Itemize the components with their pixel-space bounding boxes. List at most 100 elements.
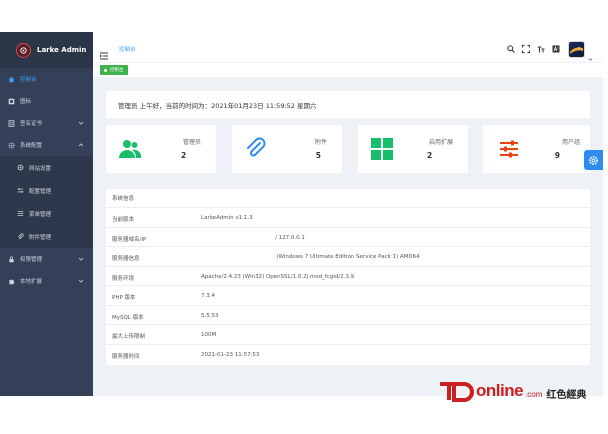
stat-value: 2	[427, 151, 433, 160]
tab-dashboard[interactable]: 控制台	[100, 65, 128, 75]
gear-icon	[589, 155, 598, 165]
sidebar-subitem-config-manage[interactable]: 配置管理	[0, 179, 93, 202]
lock-icon	[7, 255, 15, 263]
puzzle-icon	[7, 277, 15, 285]
sidebar-item-certificates[interactable]: 签名证书	[0, 112, 93, 134]
row-value: 5.5.53	[201, 312, 219, 319]
stat-value: 2	[181, 151, 187, 160]
chevron-down-icon	[78, 256, 84, 262]
panel-title: 系统信息	[106, 189, 590, 208]
row-value: 100M	[201, 332, 217, 338]
stat-title: 启用扩展	[428, 139, 453, 146]
table-row: 最大上传限制 100M	[106, 325, 590, 345]
sidebar-item-permissions[interactable]: 权限管理	[0, 248, 93, 270]
sidebar-item-dashboard[interactable]: 控制台	[0, 68, 93, 90]
sliders-icon	[16, 187, 24, 195]
brand[interactable]: Larke Admin	[0, 32, 93, 68]
sidebar-item-system-config[interactable]: 系统配置	[0, 134, 93, 156]
watermark-cn: 红色經典	[546, 389, 587, 401]
row-key: 当前版本	[112, 217, 135, 223]
settings-icon	[16, 164, 24, 172]
sidebar-item-label: 权限管理	[20, 257, 43, 263]
font-size-icon[interactable]	[536, 45, 545, 54]
row-value: 7.3.4	[201, 293, 215, 299]
row-value: LarkeAdmin v1.1.3	[201, 215, 253, 221]
row-value: (Windows 7 Ultimate Edition Service Pack…	[276, 254, 420, 260]
watermark-text: online	[476, 381, 524, 400]
main-content: 管理员 上午好，当前的时间为：2021年01月23日 11:59:52 星期六 …	[93, 77, 603, 396]
stat-title: 用户组	[561, 139, 580, 146]
sidebar-item-local-extensions[interactable]: 本地扩展	[0, 270, 93, 292]
sidebar: Larke Admin 控制台 图标 签名证书 系统配置 网站设置 配置管理 菜…	[0, 32, 93, 396]
sidebar-item-label: 系统配置	[20, 143, 43, 149]
sidebar-item-label: 图标	[20, 99, 32, 105]
system-info-panel: 系统信息 当前版本 LarkeAdmin v1.1.3 服务器域名/IP / 1…	[106, 189, 590, 365]
apps-icon	[370, 137, 394, 161]
breadcrumb[interactable]: 控制台	[119, 45, 136, 53]
sidebar-subitem-site-settings[interactable]: 网站设置	[0, 156, 93, 179]
header-tools	[500, 32, 593, 66]
menu-toggle-icon[interactable]	[100, 45, 108, 60]
row-key: 服务器域名/IP	[112, 236, 147, 243]
row-value: 2021-01-23 11:57:53	[201, 351, 260, 358]
chevron-up-icon	[78, 142, 84, 148]
active-dot-icon	[104, 68, 107, 72]
table-row: MySQL 版本 5.5.53	[106, 306, 590, 325]
sidebar-item-label: 配置管理	[29, 188, 52, 195]
sidebar-item-label: 控制台	[20, 77, 37, 83]
table-row: 服务环境 Apache/2.4.23 (Win32) OpenSSL/1.0.2…	[106, 267, 590, 286]
sidebar-item-icons[interactable]: 图标	[0, 90, 93, 112]
sidebar-subitem-attachments[interactable]: 附件管理	[0, 225, 93, 248]
sidebar-item-label: 菜单管理	[29, 211, 52, 218]
table-row: PHP 版本 7.3.4	[106, 286, 590, 306]
row-key: MySQL 版本	[112, 314, 144, 321]
stat-card-extensions[interactable]: 启用扩展 2	[358, 125, 468, 173]
header: 控制台	[93, 32, 603, 66]
gear-icon	[7, 141, 15, 149]
chevron-down-icon[interactable]	[588, 47, 593, 61]
row-value: / 127.0.0.1	[275, 234, 305, 241]
chevron-down-icon	[78, 278, 84, 284]
stat-value: 5	[315, 151, 321, 160]
stat-card-attachments[interactable]: 附件 5	[232, 125, 342, 173]
table-row: 服务器信息 (Windows 7 Ultimate Edition Servic…	[106, 247, 590, 267]
watermark-suffix: .com	[525, 389, 543, 399]
row-key: 服务器时间	[112, 353, 140, 360]
watermark-logo-icon	[440, 382, 474, 402]
certificate-icon	[7, 119, 15, 127]
stat-card-admins[interactable]: 管理员 2	[106, 125, 216, 173]
sidebar-item-label: 网站设置	[29, 165, 52, 172]
table-row: 服务器域名/IP / 127.0.0.1	[106, 228, 590, 247]
greeting-banner: 管理员 上午好，当前的时间为：2021年01月23日 11:59:52 星期六	[106, 91, 590, 118]
stat-title: 管理员	[182, 139, 201, 146]
row-key: 服务环境	[112, 275, 135, 282]
brand-title: Larke Admin	[37, 46, 87, 54]
watermark: online .com 红色經典	[440, 378, 586, 404]
settings-float-button[interactable]	[584, 150, 603, 170]
stat-title: 附件	[314, 139, 327, 146]
sliders-icon	[497, 137, 521, 161]
paperclip-icon	[16, 233, 24, 241]
tab-label: 控制台	[110, 68, 124, 73]
list-icon	[16, 210, 24, 218]
search-icon[interactable]	[506, 45, 515, 54]
paperclip-icon	[244, 137, 268, 161]
table-row: 当前版本 LarkeAdmin v1.1.3	[106, 208, 590, 228]
stat-value: 9	[554, 151, 560, 160]
avatar[interactable]	[568, 40, 585, 58]
app-window: Larke Admin 控制台 图标 签名证书 系统配置 网站设置 配置管理 菜…	[0, 0, 608, 434]
tab-bar: 控制台	[93, 62, 603, 77]
sidebar-item-label: 签名证书	[20, 121, 43, 127]
sidebar-item-label: 本地扩展	[20, 279, 43, 285]
table-row: 服务器时间 2021-01-23 11:57:53	[106, 345, 590, 365]
translate-icon[interactable]	[551, 45, 560, 54]
grid-icon	[7, 97, 15, 105]
fullscreen-icon[interactable]	[521, 45, 530, 54]
row-key: PHP 版本	[112, 295, 136, 301]
home-icon	[7, 75, 15, 83]
logo-icon	[16, 42, 31, 58]
users-icon	[118, 137, 142, 161]
stat-card-user-groups[interactable]: 用户组 9	[483, 125, 590, 173]
sidebar-subitem-menu-manage[interactable]: 菜单管理	[0, 202, 93, 225]
row-value: Apache/2.4.23 (Win32) OpenSSL/1.0.2j mod…	[201, 273, 355, 280]
